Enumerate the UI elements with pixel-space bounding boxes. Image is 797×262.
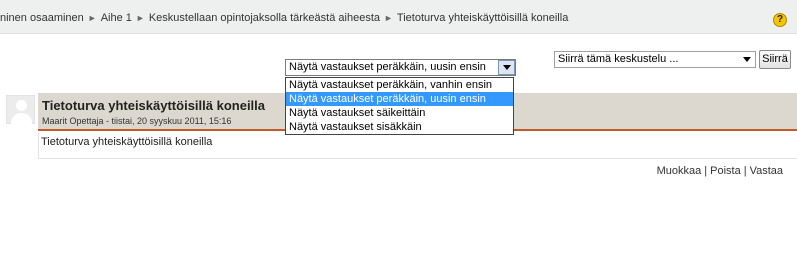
dropdown-arrow-icon[interactable] (738, 52, 755, 67)
breadcrumb-item-topic[interactable]: Aihe 1 (101, 12, 132, 24)
avatar[interactable] (6, 95, 35, 125)
post-author[interactable]: Maarit Opettaja (42, 116, 104, 126)
reply-link[interactable]: Vastaa (750, 165, 783, 177)
post-message: Tietoturva yhteiskäyttöisillä koneilla (41, 136, 213, 148)
move-discussion-selected-value: Siirrä tämä keskustelu ... (558, 53, 679, 65)
breadcrumb-item-forum[interactable]: Keskustellaan opintojaksolla tärkeästä a… (149, 12, 380, 24)
breadcrumb-item-discussion: Tietoturva yhteiskäyttöisillä koneilla (396, 12, 569, 24)
move-discussion-select[interactable]: Siirrä tämä keskustelu ... (554, 51, 756, 68)
post-meta: Maarit Opettaja - tiistai, 20 syyskuu 20… (42, 116, 231, 126)
post-actions: Muokkaa | Poista | Vastaa (657, 165, 783, 177)
navigation-bar: ninen osaaminen ► Aihe 1 ► Keskustellaan opi… (0, 0, 797, 34)
post-body: Tietoturva yhteiskäyttöisillä koneilla (38, 133, 797, 159)
display-mode-dropdown-list: Näytä vastaukset peräkkäin, vanhin ensin… (285, 77, 514, 135)
action-divider: | (704, 165, 708, 177)
delete-link[interactable]: Poista (710, 165, 741, 177)
dropdown-option-newest-first[interactable]: Näytä vastaukset peräkkäin, uusin ensin (286, 92, 513, 106)
dropdown-arrow-icon[interactable] (498, 60, 515, 75)
edit-link[interactable]: Muokkaa (657, 165, 702, 177)
post-date: tiistai, 20 syyskuu 2011, 15:16 (111, 116, 232, 126)
display-mode-selected-value: Näytä vastaukset peräkkäin, uusin ensin (289, 61, 486, 73)
breadcrumb: ninen osaaminen ► Aihe 1 ► Keskustellaan opi… (0, 12, 568, 24)
breadcrumb-item-course[interactable]: ninen osaaminen (0, 12, 84, 24)
post-title: Tietoturva yhteiskäyttöisillä koneilla (42, 98, 266, 113)
display-mode-select[interactable]: Näytä vastaukset peräkkäin, uusin ensin (285, 59, 516, 76)
breadcrumb-separator-icon: ► (135, 13, 145, 23)
dropdown-option-nested[interactable]: Näytä vastaukset sisäkkäin (286, 120, 513, 134)
breadcrumb-separator-icon: ► (384, 13, 393, 23)
dropdown-option-oldest-first[interactable]: Näytä vastaukset peräkkäin, vanhin ensin (286, 78, 513, 92)
dropdown-option-threaded[interactable]: Näytä vastaukset säikeittäin (286, 106, 513, 120)
help-icon[interactable]: ? (773, 13, 787, 27)
breadcrumb-separator-icon: ► (87, 13, 97, 23)
action-divider: | (743, 165, 747, 177)
post-meta-separator: - (103, 116, 112, 126)
move-button[interactable]: Siirrä (759, 50, 791, 69)
